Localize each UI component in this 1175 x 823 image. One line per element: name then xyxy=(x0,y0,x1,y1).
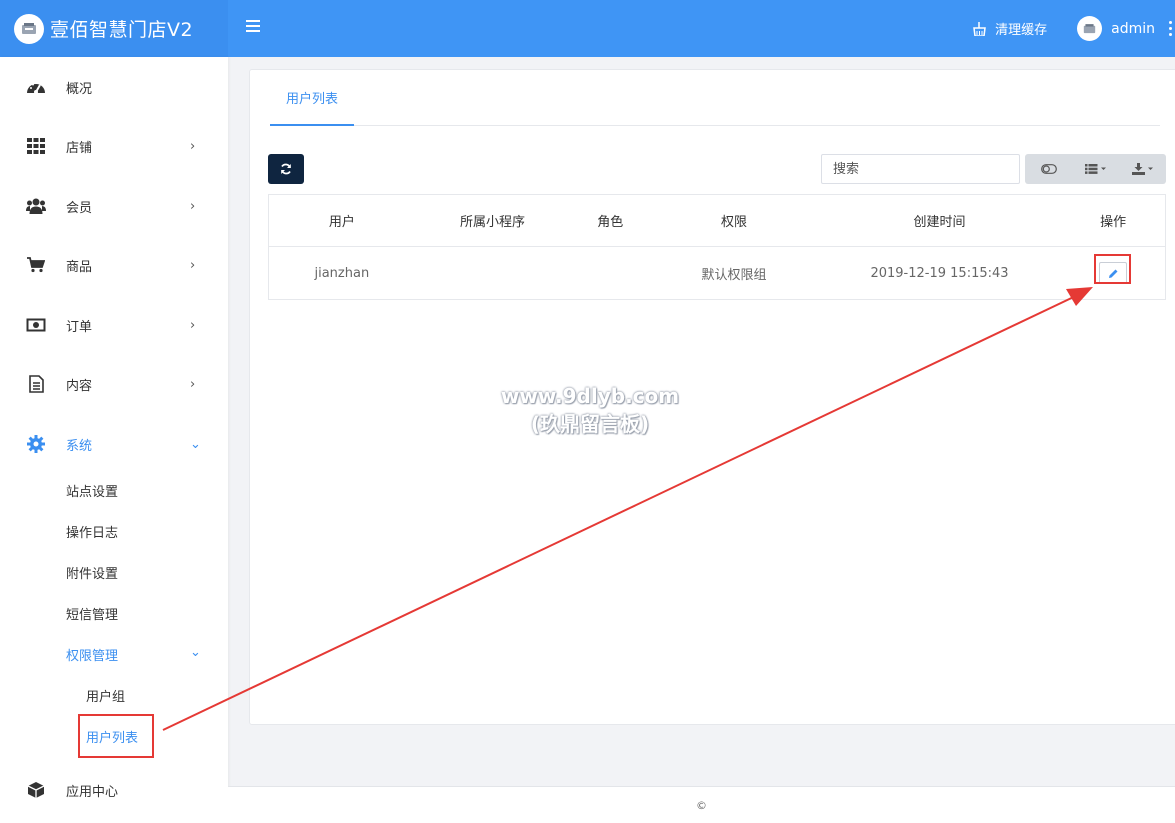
annotation-highlight-user-list xyxy=(78,714,154,758)
sidebar-sub-sms-management[interactable]: 短信管理 xyxy=(66,604,118,623)
cell-user: jianzhan xyxy=(314,265,370,281)
money-icon xyxy=(26,315,46,335)
sidebar-item-label: 订单 xyxy=(66,319,93,335)
column-header-user[interactable]: 用户 xyxy=(269,211,415,230)
sidebar-item-label: 内容 xyxy=(66,378,93,394)
clear-cache-button[interactable]: 清理缓存 xyxy=(972,19,1047,38)
table-header: 用户 所属小程序 角色 权限 创建时间 操作 xyxy=(269,195,1165,247)
sidebar-item-overview[interactable]: 概况 xyxy=(0,67,228,107)
list-icon xyxy=(1084,164,1106,174)
sidebar-item-content[interactable]: 内容 › xyxy=(0,364,228,404)
download-icon xyxy=(1131,163,1153,175)
chevron-right-icon: › xyxy=(190,376,196,392)
users-icon xyxy=(26,196,46,216)
table-toolbar xyxy=(1025,154,1166,184)
content-card: 用户列表 用户 所属小程序 角色 权限 创建时间 操作 jianzhan 默认权… xyxy=(249,69,1175,725)
chevron-right-icon: › xyxy=(190,257,196,273)
column-header-permission[interactable]: 权限 xyxy=(650,211,818,230)
username: admin xyxy=(1111,20,1155,37)
cart-icon xyxy=(26,255,46,275)
watermark: www.9dlyb.com (玖鼎留言板) xyxy=(480,382,700,438)
sidebar-sub-operation-log[interactable]: 操作日志 xyxy=(66,522,118,541)
user-menu[interactable]: admin xyxy=(1077,16,1155,41)
column-header-role[interactable]: 角色 xyxy=(570,211,650,230)
sidebar-sub-attachment-settings[interactable]: 附件设置 xyxy=(66,563,118,582)
user-table: 用户 所属小程序 角色 权限 创建时间 操作 jianzhan 默认权限组 20… xyxy=(268,194,1166,300)
toggle-view-button[interactable] xyxy=(1025,154,1072,184)
sidebar-item-members[interactable]: 会员 › xyxy=(0,186,228,226)
sidebar-item-products[interactable]: 商品 › xyxy=(0,245,228,285)
watermark-url: www.9dlyb.com xyxy=(500,384,680,408)
dashboard-icon xyxy=(26,77,46,97)
sidebar: 概况 店铺 › 会员 › 商品 › 订单 › 内容 › 系统 ⌄ 站点设置 操作… xyxy=(0,57,228,823)
search-input[interactable] xyxy=(821,154,1020,184)
top-header: 壹佰智慧门店V2 清理缓存 admin xyxy=(0,0,1175,57)
sidebar-item-label: 会员 xyxy=(66,200,93,216)
table-row: jianzhan 默认权限组 2019-12-19 15:15:43 xyxy=(269,247,1165,299)
column-header-created[interactable]: 创建时间 xyxy=(818,211,1061,230)
refresh-button[interactable] xyxy=(268,154,304,184)
sidebar-item-label: 系统 xyxy=(66,438,93,454)
chevron-right-icon: › xyxy=(190,138,196,154)
sidebar-item-label: 应用中心 xyxy=(66,784,119,800)
tab-user-list[interactable]: 用户列表 xyxy=(270,70,354,126)
cell-created: 2019-12-19 15:15:43 xyxy=(870,265,1009,281)
toggle-icon xyxy=(1040,164,1057,174)
columns-dropdown-button[interactable] xyxy=(1072,154,1119,184)
watermark-site-name: (玖鼎留言板) xyxy=(530,412,650,436)
sidebar-sub-user-group[interactable]: 用户组 xyxy=(86,686,125,705)
refresh-icon xyxy=(281,163,291,175)
column-header-miniprogram[interactable]: 所属小程序 xyxy=(415,211,571,230)
sidebar-item-orders[interactable]: 订单 › xyxy=(0,305,228,345)
chevron-right-icon: › xyxy=(190,198,196,214)
sidebar-item-label: 商品 xyxy=(66,259,93,275)
tab-bar: 用户列表 xyxy=(270,70,1160,126)
chevron-down-icon: ⌄ xyxy=(190,645,201,660)
app-title: 壹佰智慧门店V2 xyxy=(50,19,194,41)
sidebar-item-app-center[interactable]: 应用中心 xyxy=(0,770,228,810)
gear-icon xyxy=(26,434,46,454)
grid-icon xyxy=(26,136,46,156)
logo-icon xyxy=(14,13,44,44)
broom-icon xyxy=(973,21,986,36)
sidebar-sub-permission-management[interactable]: 权限管理 xyxy=(66,645,118,664)
avatar xyxy=(1077,16,1103,41)
footer: © xyxy=(228,786,1175,823)
box-icon xyxy=(26,780,46,800)
sidebar-item-store[interactable]: 店铺 › xyxy=(0,126,228,166)
more-options-icon[interactable] xyxy=(1167,21,1173,36)
sidebar-item-label: 店铺 xyxy=(66,140,93,156)
menu-toggle-icon[interactable] xyxy=(246,20,260,36)
navbar: 清理缓存 admin xyxy=(228,0,1175,57)
chevron-right-icon: › xyxy=(190,317,196,333)
cell-permission: 默认权限组 xyxy=(701,267,767,283)
sidebar-sub-site-settings[interactable]: 站点设置 xyxy=(66,481,118,500)
sidebar-item-system[interactable]: 系统 ⌄ xyxy=(0,424,228,464)
document-icon xyxy=(26,374,46,394)
clear-cache-label: 清理缓存 xyxy=(995,23,1048,38)
sidebar-item-label: 概况 xyxy=(66,81,93,97)
brand[interactable]: 壹佰智慧门店V2 xyxy=(0,0,228,57)
column-header-actions: 操作 xyxy=(1100,215,1127,230)
export-dropdown-button[interactable] xyxy=(1119,154,1166,184)
annotation-highlight-edit-button xyxy=(1094,254,1131,284)
copyright-text: © xyxy=(696,798,707,812)
chevron-down-icon: ⌄ xyxy=(190,436,201,452)
